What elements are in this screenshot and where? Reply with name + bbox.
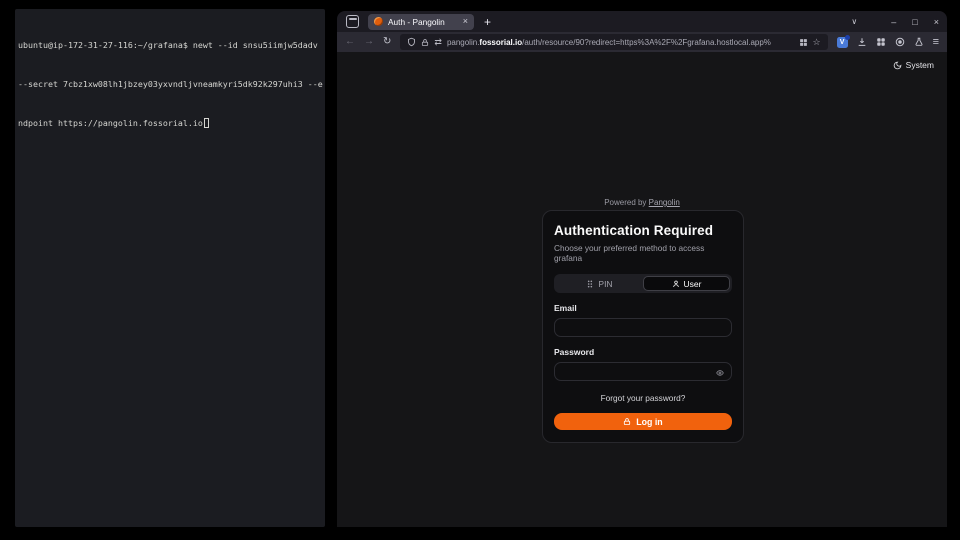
navigation-bar: ← → ↻ ⇄ pangolin.fossorial.io/auth/resou… [337, 32, 947, 52]
terminal-window[interactable]: ubuntu@ip-172-31-27-116:~/grafana$ newt … [15, 9, 325, 527]
tab-strip: Auth - Pangolin × + ∨ – □ × [337, 11, 947, 32]
browser-tab[interactable]: Auth - Pangolin × [368, 14, 474, 30]
close-button[interactable]: × [934, 17, 939, 27]
forgot-password-link[interactable]: Forgot your password? [554, 393, 732, 403]
browser-window: Auth - Pangolin × + ∨ – □ × ← → ↻ ⇄ pang… [337, 11, 947, 527]
tab-pin[interactable]: PIN [556, 276, 643, 291]
email-label: Email [554, 303, 732, 313]
password-field[interactable] [554, 362, 732, 381]
tab-list-chevron-icon[interactable]: ∨ [851, 17, 857, 26]
maximize-button[interactable]: □ [912, 17, 917, 27]
tab-close-icon[interactable]: × [463, 17, 468, 26]
terminal-line: ubuntu@ip-172-31-27-116:~/grafana$ newt … [18, 39, 323, 52]
circle-extension-icon[interactable] [895, 37, 905, 47]
login-button[interactable]: Log in [554, 413, 732, 430]
lock-icon [623, 417, 631, 426]
shield-icon[interactable] [407, 37, 416, 47]
keypad-icon [586, 280, 594, 288]
tab-user[interactable]: User [643, 276, 730, 291]
moon-icon [893, 61, 902, 70]
grid-split-icon[interactable] [799, 38, 808, 47]
extensions-grid-icon[interactable] [876, 37, 886, 47]
flask-extension-icon[interactable] [914, 37, 924, 47]
page-content: System Powered by Pangolin Authenticatio… [337, 52, 947, 527]
exchange-icon[interactable]: ⇄ [434, 37, 442, 48]
url-bar[interactable]: ⇄ pangolin.fossorial.io/auth/resource/90… [400, 34, 827, 50]
forward-icon[interactable]: → [364, 37, 374, 47]
terminal-line: ndpoint https://pangolin.fossorial.io [18, 117, 323, 130]
password-label: Password [554, 347, 732, 357]
back-icon[interactable]: ← [345, 37, 355, 47]
show-password-button[interactable] [715, 368, 725, 376]
lock-icon[interactable] [421, 38, 429, 47]
eye-icon [715, 368, 725, 376]
extension-vimium-icon[interactable]: V [837, 37, 848, 48]
email-field[interactable] [554, 318, 732, 337]
user-icon [672, 280, 680, 288]
auth-method-tabs: PIN User [554, 274, 732, 293]
pangolin-link[interactable]: Pangolin [649, 198, 680, 207]
firefox-view-icon[interactable] [346, 15, 359, 28]
minimize-button[interactable]: – [891, 17, 896, 27]
refresh-icon[interactable]: ↻ [383, 37, 391, 47]
card-title: Authentication Required [554, 223, 732, 238]
powered-by: Powered by Pangolin [337, 198, 947, 207]
menu-icon[interactable]: ≡ [933, 36, 939, 48]
download-icon[interactable] [857, 37, 867, 47]
url-text[interactable]: pangolin.fossorial.io/auth/resource/90?r… [447, 38, 794, 47]
auth-card: Authentication Required Choose your pref… [542, 210, 744, 443]
card-subtitle: Choose your preferred method to access g… [554, 243, 732, 263]
terminal-line: --secret 7cbz1xw08lh1jbzey03yxvndljvneam… [18, 78, 323, 91]
new-tab-button[interactable]: + [484, 15, 491, 29]
pangolin-favicon-icon [374, 17, 383, 26]
theme-label: System [906, 60, 934, 70]
theme-toggle[interactable]: System [893, 60, 934, 70]
tab-title: Auth - Pangolin [388, 17, 458, 27]
terminal-cursor [204, 118, 209, 128]
bookmark-star-icon[interactable]: ☆ [813, 37, 821, 48]
